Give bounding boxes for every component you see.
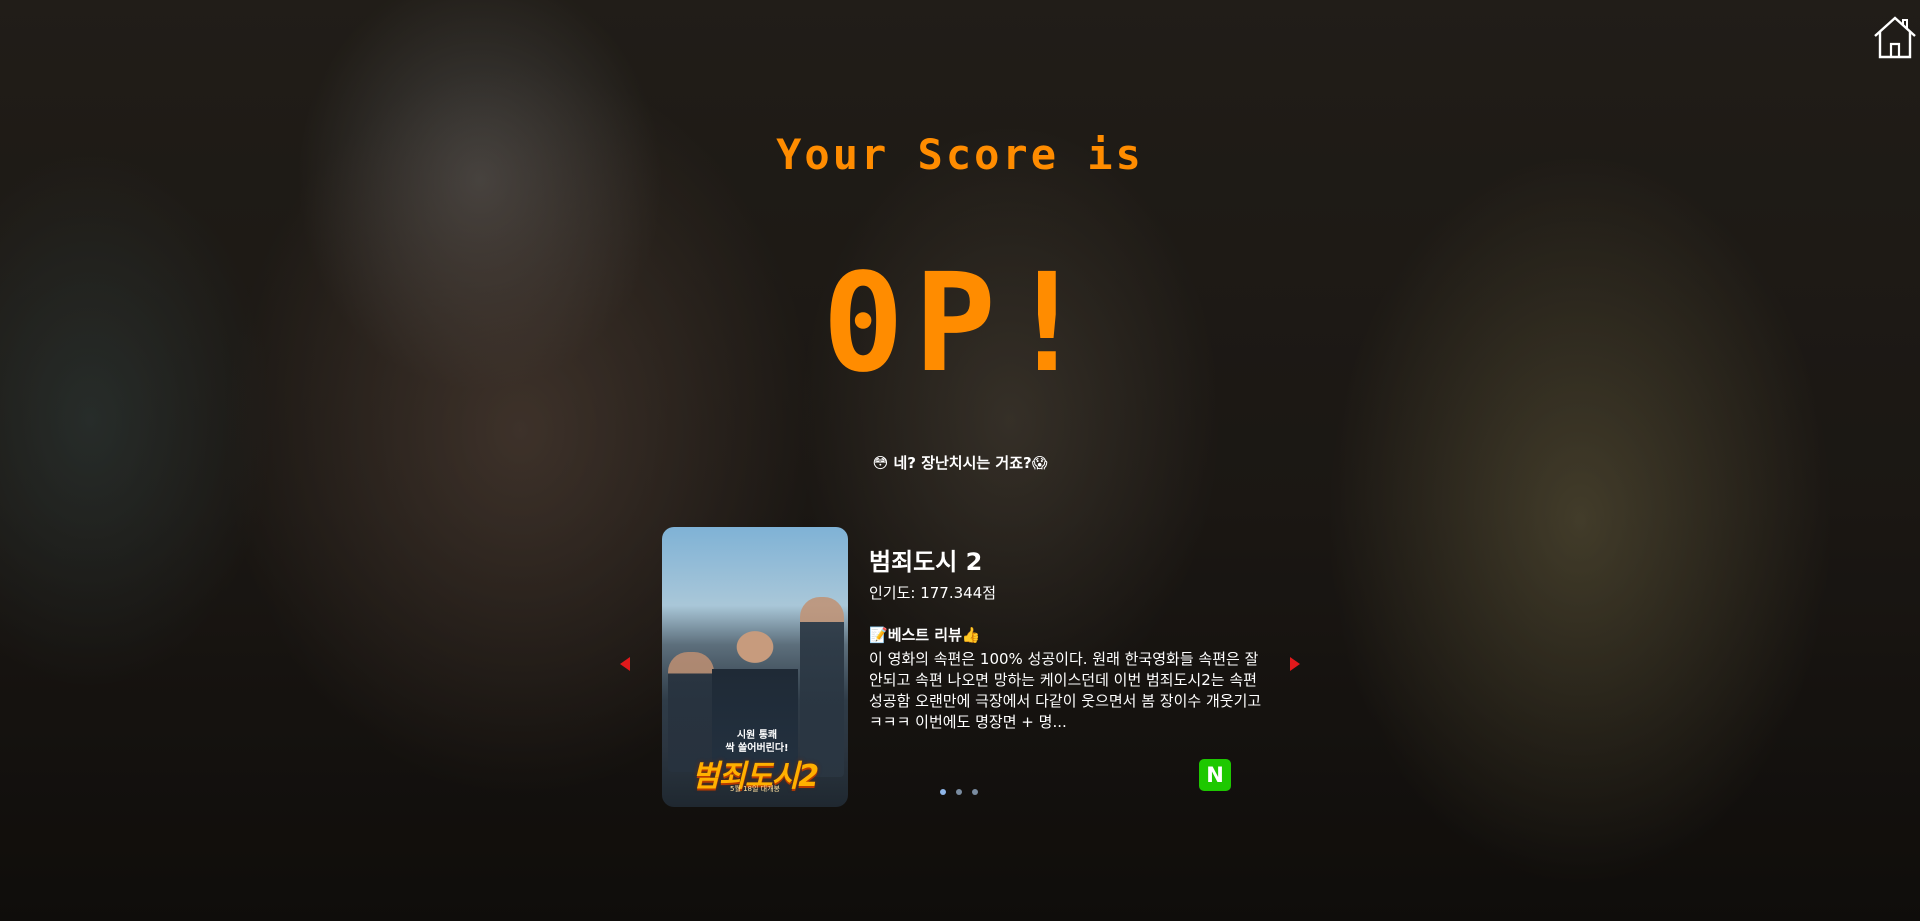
movie-popularity: 인기도: 177.344점: [869, 584, 997, 602]
best-review-body: 이 영화의 속편은 100% 성공이다. 원래 한국영화들 속편은 잘 안되고 …: [869, 650, 1262, 731]
best-review-text: 베스트 리뷰: [887, 626, 962, 644]
best-review-label: 📝베스트 리뷰👍: [869, 625, 1269, 645]
memo-icon: 📝: [869, 626, 888, 644]
carousel-dot[interactable]: [972, 789, 978, 795]
home-button[interactable]: [1872, 14, 1918, 60]
carousel-prev-button[interactable]: [620, 657, 630, 671]
score-message: 😳 네? 장난치시는 거죠?😱: [872, 454, 1048, 472]
score-value: 0P!: [822, 245, 1098, 403]
carousel-dot[interactable]: [956, 789, 962, 795]
movie-carousel: 시원 통쾌 싹 쓸어버린다! 범죄도시2 5월 18일 대개봉 범죄도시 2 인…: [620, 527, 1300, 807]
home-icon: [1874, 16, 1916, 59]
naver-link-icon[interactable]: N: [1199, 759, 1231, 791]
carousel-dot[interactable]: [940, 789, 946, 795]
carousel-next-button[interactable]: [1290, 657, 1300, 671]
movie-poster[interactable]: 시원 통쾌 싹 쓸어버린다! 범죄도시2 5월 18일 대개봉: [662, 527, 848, 807]
carousel-pagination: [940, 789, 978, 795]
poster-figure-right: [800, 597, 844, 777]
thumbs-up-icon: 👍: [961, 626, 981, 644]
score-heading: Your Score is: [776, 130, 1144, 179]
movie-info: 범죄도시 2 인기도: 177.344점 📝베스트 리뷰👍 이 영화의 속편은 …: [869, 547, 1269, 733]
movie-title: 범죄도시 2: [869, 548, 983, 576]
result-page: Your Score is 0P! 😳 네? 장난치시는 거죠?😱 시원 통쾌 …: [0, 0, 1920, 921]
poster-date: 5월 18일 대개봉: [729, 785, 780, 793]
